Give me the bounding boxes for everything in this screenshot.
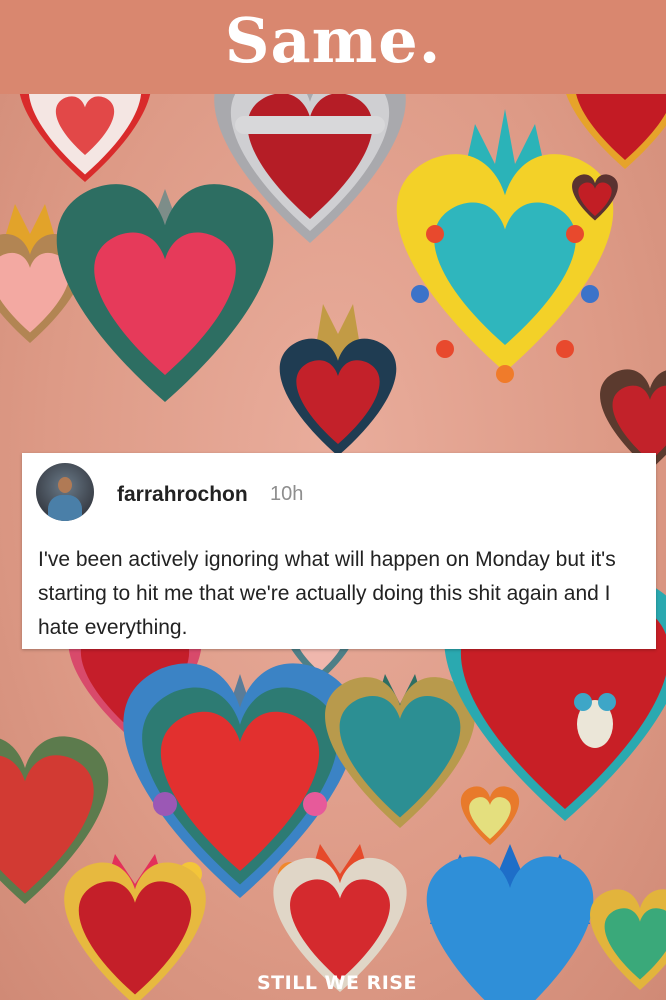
header-banner: Same. bbox=[0, 0, 666, 94]
social-post-card: farrahrochon 10h I've been actively igno… bbox=[22, 453, 656, 649]
sacred-heart-icon bbox=[325, 674, 475, 828]
sacred-heart-icon bbox=[460, 786, 520, 845]
avatar[interactable] bbox=[36, 463, 94, 521]
sacred-heart-icon bbox=[279, 304, 397, 456]
sacred-heart-icon bbox=[18, 94, 152, 183]
page-title: Same. bbox=[224, 3, 442, 77]
sacred-heart-icon bbox=[590, 889, 666, 990]
sacred-heart-icon bbox=[426, 844, 594, 1000]
post-username[interactable]: farrahrochon bbox=[117, 483, 248, 507]
avatar-body-shape bbox=[48, 495, 82, 521]
watermark-text: STILL WE RISE bbox=[257, 972, 417, 994]
sacred-heart-icon bbox=[273, 844, 407, 992]
post-text: I've been actively ignoring what will ha… bbox=[38, 548, 616, 639]
sacred-heart-icon bbox=[562, 94, 666, 169]
avatar-face-shape bbox=[58, 477, 72, 493]
sacred-heart-icon bbox=[396, 109, 614, 383]
post-timestamp: 10h bbox=[270, 483, 304, 505]
sacred-heart-icon bbox=[64, 854, 206, 1000]
sacred-heart-icon bbox=[56, 184, 274, 402]
